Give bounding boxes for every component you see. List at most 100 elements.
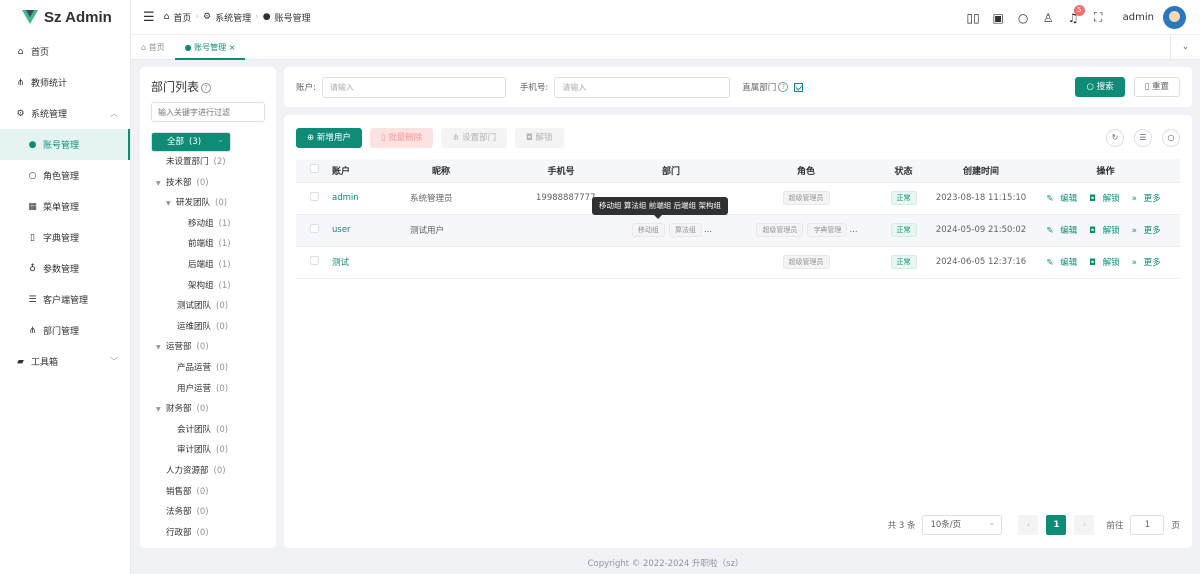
breadcrumb-system[interactable]: 系统管理	[215, 11, 251, 24]
tree-node[interactable]: ▼ 研发团队 (0)	[140, 193, 276, 214]
add-user-button[interactable]: ⊕ 新增用户	[296, 128, 362, 148]
account-link[interactable]: user	[332, 225, 351, 235]
tree-node[interactable]: 后端组 (1)	[140, 255, 276, 276]
sidebar-item-dict[interactable]: ▯ 字典管理	[0, 222, 130, 253]
account-input[interactable]: 请输入	[321, 76, 506, 98]
tree-node[interactable]: 产品运营 (0)	[140, 358, 276, 379]
status-badge: 正常	[890, 223, 917, 237]
tree-node[interactable]: ▼ 财务部 (0)	[140, 399, 276, 420]
help-icon[interactable]: ?	[201, 83, 212, 93]
sidebar-item-params[interactable]: ♁ 参数管理	[0, 253, 130, 284]
dept-cell[interactable]: 移动组 算法组...	[606, 214, 736, 247]
tree-node[interactable]: 行政部 (0)	[140, 523, 276, 544]
phone-input[interactable]: 请输入	[554, 76, 731, 98]
next-page-button[interactable]: ›	[1074, 515, 1095, 535]
refresh-icon[interactable]: ↻	[1106, 129, 1124, 147]
column-settings-icon[interactable]: ☰	[1134, 129, 1152, 147]
tree-node[interactable]: 用户运营 (0)	[140, 379, 276, 400]
tree-node[interactable]: 运维团队 (0)	[140, 317, 276, 338]
reset-button[interactable]: ▯ 重置	[1133, 77, 1180, 97]
role-tag: 字典管理	[807, 223, 848, 237]
help-icon[interactable]: ?	[778, 82, 789, 92]
search-button[interactable]: ○ 搜索	[1075, 77, 1125, 97]
sidebar-item-system[interactable]: ⚙ 系统管理 ︿	[0, 98, 130, 129]
page-number[interactable]: 1	[1046, 515, 1067, 535]
edit-button[interactable]: ✎ 编辑	[1046, 226, 1081, 236]
sidebar-item-accounts[interactable]: ● 账号管理	[0, 129, 130, 160]
unlock-button[interactable]: ◘ 解锁	[515, 128, 564, 148]
shirt-icon[interactable]: ♙	[1036, 11, 1061, 25]
prev-page-button[interactable]: ‹	[1018, 515, 1039, 535]
tree-node[interactable]: 移动组 (1)	[140, 214, 276, 235]
page-suffix: 页	[1171, 521, 1180, 531]
row-checkbox[interactable]	[309, 224, 319, 233]
set-dept-button[interactable]: ⋔ 设置部门	[441, 128, 508, 148]
tree-node[interactable]: 未设置部门 (2)	[140, 152, 276, 173]
unlock-row-button[interactable]: ◘ 解锁	[1089, 194, 1123, 204]
more-depts[interactable]: ...	[704, 225, 712, 235]
sidebar-item-home[interactable]: ⌂ 首页	[0, 36, 130, 67]
book-icon: ▯	[30, 232, 35, 243]
sidebar-item-depts[interactable]: ⋔ 部门管理	[0, 315, 130, 346]
layout-icon[interactable]: ▯▯	[961, 11, 986, 25]
nickname-cell: 测试用户	[366, 214, 516, 247]
fullscreen-icon[interactable]: ⛶	[1086, 10, 1111, 25]
gauge-icon: ♁	[29, 263, 36, 274]
sidebar-item-teacher-stats[interactable]: ⋔ 教师统计	[0, 67, 130, 98]
sidebar-item-roles[interactable]: ○ 角色管理	[0, 160, 130, 191]
tree-node[interactable]: 全部 (3)	[151, 131, 231, 152]
tree-node[interactable]: ▼ 技术部 (0)	[140, 173, 276, 194]
user-icon: ●	[262, 12, 271, 22]
sidebar-item-toolbox[interactable]: ▰ 工具箱 ﹀	[0, 346, 130, 377]
account-link[interactable]: admin	[332, 193, 359, 203]
unlock-row-button[interactable]: ◘ 解锁	[1089, 258, 1123, 268]
page-size-select[interactable]: 10条/页	[922, 514, 1003, 535]
sidebar-item-clients[interactable]: ☰ 客户端管理	[0, 284, 130, 315]
breadcrumb-home[interactable]: 首页	[173, 11, 191, 24]
bell-icon[interactable]: ♫ 5	[1061, 4, 1086, 25]
tree-node[interactable]: 前端组 (1)	[140, 234, 276, 255]
unlock-row-button[interactable]: ◘ 解锁	[1089, 226, 1123, 236]
total-count: 共 3 条	[887, 521, 916, 531]
tabs-dropdown-icon[interactable]: ⌄	[1170, 35, 1200, 60]
search-icon[interactable]: ○	[1011, 11, 1036, 25]
edit-button[interactable]: ✎ 编辑	[1046, 194, 1081, 204]
tree-node[interactable]: 审计团队 (0)	[140, 440, 276, 461]
search-toggle-icon[interactable]: ○	[1162, 129, 1180, 147]
table-card: ⊕ 新增用户 ▯ 批量删除 ⋔ 设置部门 ◘ 解锁 ↻ ☰ ○ 账户 昵称 手机…	[284, 115, 1192, 548]
more-roles[interactable]: ...	[849, 225, 857, 235]
translate-icon[interactable]: ▣	[986, 11, 1011, 25]
username[interactable]: admin	[1123, 12, 1154, 23]
role-tag: 超级管理员	[756, 223, 804, 237]
tree-node[interactable]: 架构组 (1)	[140, 276, 276, 297]
tree-node[interactable]: ▼ 运营部 (0)	[140, 337, 276, 358]
select-all-checkbox[interactable]	[309, 164, 319, 174]
edit-button[interactable]: ✎ 编辑	[1046, 258, 1081, 268]
tab-accounts[interactable]: ● 账号管理 ×	[174, 35, 246, 60]
tree-node[interactable]: 测试团队 (0)	[140, 296, 276, 317]
direct-dept-checkbox[interactable]	[794, 82, 804, 92]
more-button[interactable]: » 更多	[1132, 226, 1165, 236]
row-checkbox[interactable]	[309, 256, 319, 265]
tree-node[interactable]: 人力资源部 (0)	[140, 461, 276, 482]
app-logo[interactable]: Sz Admin	[0, 0, 130, 34]
batch-delete-button[interactable]: ▯ 批量删除	[369, 128, 434, 148]
created-cell: 2024-06-05 12:37:16	[931, 246, 1031, 279]
sidebar-item-menus[interactable]: ▦ 菜单管理	[0, 191, 130, 222]
close-icon[interactable]: ×	[229, 43, 236, 52]
dept-filter-input[interactable]	[151, 102, 265, 122]
more-button[interactable]: » 更多	[1132, 194, 1165, 204]
tree-node[interactable]: 法务部 (0)	[140, 502, 276, 523]
trash-icon: ▯	[1144, 82, 1150, 92]
tab-home[interactable]: ⌂ 首页	[131, 35, 175, 60]
table-row: admin 系统管理员 19988887777 超级管理员 正常 2023-08…	[296, 182, 1180, 215]
row-checkbox[interactable]	[309, 192, 319, 201]
more-button[interactable]: » 更多	[1132, 258, 1165, 268]
account-link[interactable]: 测试	[332, 258, 349, 268]
avatar[interactable]	[1163, 6, 1186, 29]
goto-input[interactable]: 1	[1130, 515, 1165, 535]
tree-node[interactable]: 会计团队 (0)	[140, 420, 276, 441]
column-header: 昵称	[366, 159, 516, 183]
tree-node[interactable]: 销售部 (0)	[140, 482, 276, 503]
hamburger-icon[interactable]: ☰	[143, 10, 155, 25]
